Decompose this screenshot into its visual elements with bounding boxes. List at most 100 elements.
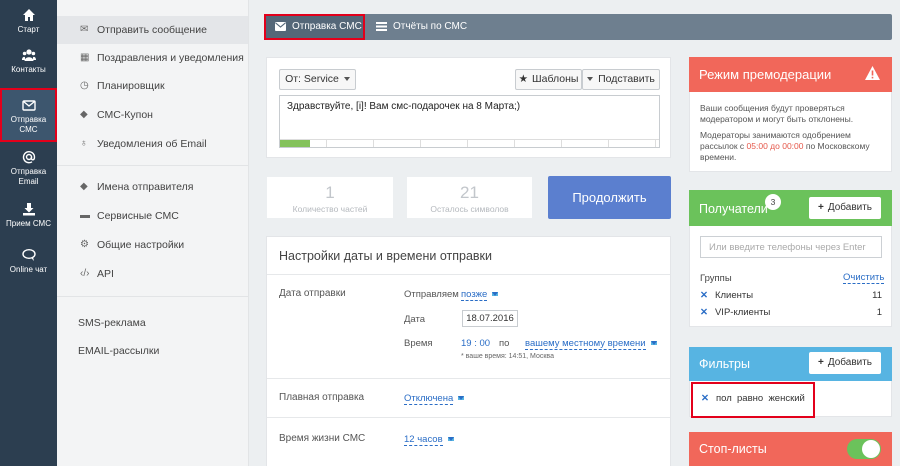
nav-label: Отправка СМС — [10, 115, 47, 134]
sms-submenu: ✉ Отправить сообщение ▦ Поздравления и уве… — [57, 0, 249, 466]
submenu-item-greetings[interactable]: ▦ Поздравления и уведомления — [57, 44, 248, 72]
envelope-icon — [21, 100, 36, 111]
add-recipients-button[interactable]: + Добавить — [809, 197, 881, 219]
submenu-item-scheduler[interactable]: ◷ Планировщик — [57, 72, 248, 100]
contacts-icon — [21, 49, 36, 61]
left-nav: Старт Контакты Отправка СМС Отправка Ema… — [0, 0, 57, 466]
submenu-item-api[interactable]: ‹/› API — [57, 260, 248, 288]
submenu-link-sms-ads[interactable]: SMS-реклама — [78, 317, 146, 329]
stoplists-header: Стоп-листы — [689, 432, 892, 466]
premoderation-text: Ваши сообщения будут проверяться модерат… — [700, 103, 854, 124]
bulb-icon: ♁ — [80, 138, 88, 149]
list-icon — [376, 22, 387, 31]
send-date-label: Дата отправки — [279, 288, 346, 299]
templates-button[interactable]: ★ Шаблоны — [515, 69, 582, 90]
filter-operator: равно — [737, 393, 764, 404]
local-time-note: * ваше время: 14:51, Москва — [461, 353, 554, 360]
filters-title: Фильтры — [699, 357, 750, 371]
nav-receive-sms[interactable]: Прием СМС — [0, 202, 57, 234]
chars-left-box: 21 Осталось символов — [406, 176, 533, 219]
premoderation-header: Режим премодерации — [689, 57, 892, 92]
message-textarea[interactable]: Здравствуйте, [i]! Вам смс-подарочек на … — [279, 95, 660, 148]
calendar-icon: ▦ — [80, 52, 90, 63]
nav-label: Старт — [17, 25, 40, 34]
submenu-divider — [57, 296, 248, 297]
filter-field: пол — [715, 393, 732, 404]
nav-label: Прием СМС — [6, 219, 51, 228]
divider — [267, 378, 670, 379]
recipients-count-badge: 3 — [765, 194, 781, 210]
recipients-title: Получатели — [699, 202, 768, 216]
at-icon — [22, 151, 35, 164]
nav-send-email[interactable]: Отправка Email — [0, 150, 57, 190]
warning-icon — [865, 66, 880, 80]
timezone-dropdown[interactable]: вашему местному времени — [525, 338, 657, 350]
envelope-icon — [275, 22, 286, 31]
code-icon: ‹/› — [80, 268, 90, 279]
submenu-item-service-sms[interactable]: ▬ Сервисные СМС — [57, 202, 248, 230]
insert-dropdown[interactable]: Подставить — [582, 69, 660, 90]
clear-groups-link[interactable]: Очистить — [843, 272, 885, 284]
filters-panel: Фильтры + Добавить ✕ пол равно женский — [689, 347, 892, 418]
filter-value: женский — [768, 393, 805, 404]
nav-contacts[interactable]: Контакты — [0, 48, 57, 82]
remove-icon[interactable]: ✕ — [700, 290, 708, 301]
add-filter-button[interactable]: + Добавить — [809, 352, 881, 374]
envelope-icon: ✉ — [80, 24, 89, 35]
parts-count-value: 1 — [325, 183, 335, 202]
clock-icon: ◷ — [80, 80, 89, 91]
divider — [267, 274, 670, 275]
recipients-panel: Получатели 3 + Добавить Или введите телеф… — [689, 190, 892, 327]
submenu-item-sender-names[interactable]: ◆ Имена отправителя — [57, 173, 248, 201]
sms-lifetime-label: Время жизни СМС — [279, 433, 366, 444]
smooth-send-dropdown[interactable]: Отключена — [404, 393, 465, 405]
remove-icon[interactable]: ✕ — [700, 307, 708, 318]
sender-dropdown[interactable]: От: Service — [279, 69, 356, 90]
stoplists-toggle[interactable] — [847, 439, 881, 459]
nav-online-chat[interactable]: Online чат — [0, 248, 57, 280]
nav-label: Отправка Email — [10, 167, 47, 186]
time-input[interactable]: 19 : 00 — [461, 338, 490, 349]
plus-icon: + — [817, 357, 824, 368]
nav-send-sms[interactable]: Отправка СМС — [0, 88, 57, 142]
settings-title: Настройки даты и времени отправки — [279, 249, 492, 263]
message-text: Здравствуйте, [i]! Вам смс-подарочек на … — [287, 101, 521, 112]
nav-label: Контакты — [11, 65, 46, 74]
tab-send-sms[interactable]: Отправка СМС — [264, 14, 365, 40]
download-icon — [22, 203, 35, 216]
remove-icon[interactable]: ✕ — [701, 393, 709, 404]
groups-label: Группы — [700, 273, 732, 284]
chevron-down-icon — [492, 292, 499, 297]
message-composer: От: Service ★ Шаблоны Подставить Здравств… — [266, 57, 671, 158]
filters-header: Фильтры + Добавить — [689, 347, 892, 381]
submenu-item-email-notifications[interactable]: ♁ Уведомления об Email — [57, 130, 248, 158]
chevron-down-icon — [343, 77, 350, 82]
tab-sms-reports[interactable]: Отчёты по СМС — [365, 14, 475, 40]
time-label: Время — [404, 338, 433, 349]
phone-input[interactable]: Или введите телефоны через Enter — [700, 236, 882, 258]
sms-parts-fill — [280, 140, 311, 147]
sms-lifetime-dropdown[interactable]: 12 часов — [404, 434, 454, 446]
filter-row: ✕ пол равно женский — [691, 382, 815, 418]
nav-start[interactable]: Старт — [0, 8, 57, 42]
sending-mode-dropdown[interactable]: позже — [461, 289, 499, 301]
phone-input-placeholder: Или введите телефоны через Enter — [709, 242, 866, 253]
home-icon — [22, 9, 35, 21]
group-row: ✕ Клиенты 11 — [700, 290, 882, 301]
time-by-label: по — [499, 338, 510, 349]
date-input[interactable]: 18.07.2016 — [462, 310, 518, 327]
continue-button[interactable]: Продолжить — [548, 176, 671, 219]
chevron-down-icon — [458, 396, 465, 401]
submenu-link-email-mailings[interactable]: EMAIL-рассылки — [78, 345, 159, 357]
submenu-item-sms-coupon[interactable]: ◆ СМС-Купон — [57, 101, 248, 129]
tab-label: Отчёты по СМС — [393, 21, 468, 32]
premoderation-panel: Режим премодерации Ваши сообщения будут … — [689, 57, 892, 172]
sending-label: Отправляем — [404, 289, 459, 300]
divider — [267, 417, 670, 418]
chat-icon — [21, 248, 36, 261]
submenu-item-send-message[interactable]: ✉ Отправить сообщение — [57, 16, 248, 44]
stoplists-title: Стоп-листы — [699, 442, 767, 456]
nav-label: Online чат — [9, 265, 48, 274]
premoderation-hours-text: Модераторы занимаются одобрением рассыло… — [700, 130, 870, 162]
submenu-item-general-settings[interactable]: ⚙ Общие настройки — [57, 231, 248, 259]
